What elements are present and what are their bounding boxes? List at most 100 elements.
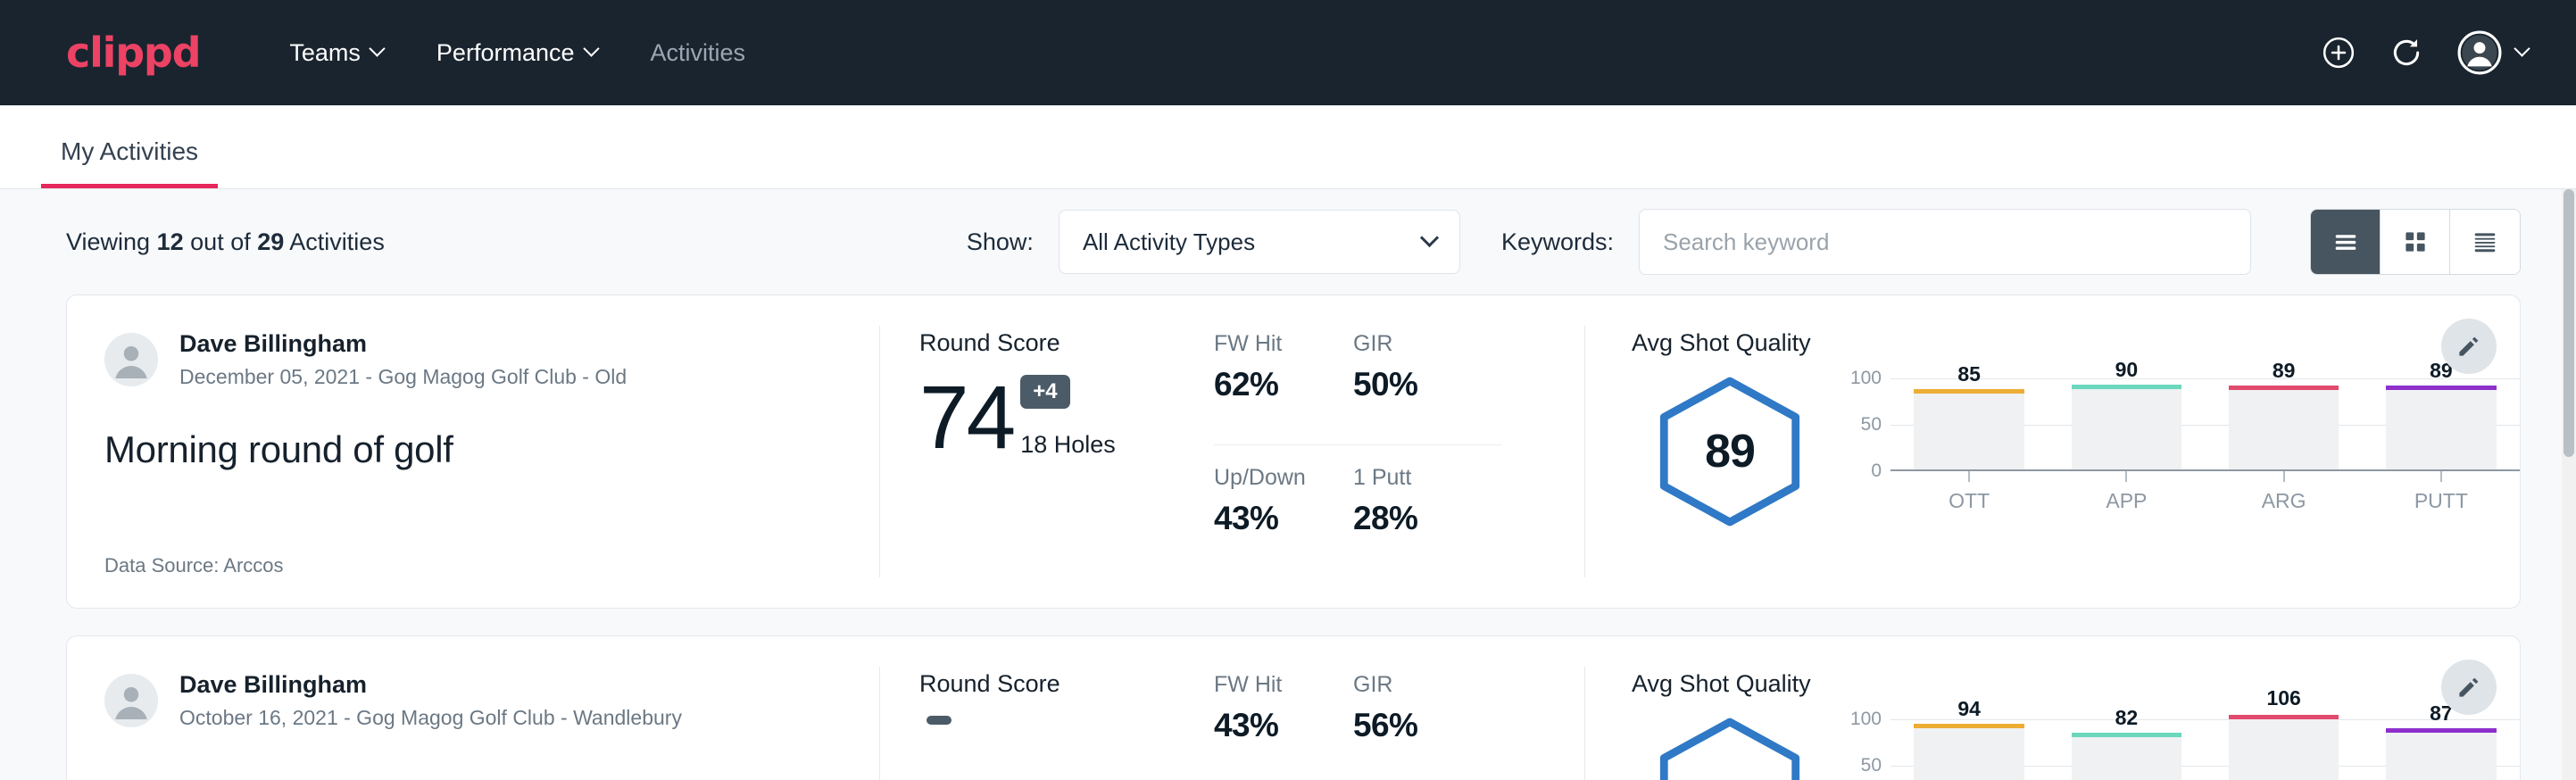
score-to-par-badge [927, 716, 951, 725]
person-icon [104, 674, 158, 727]
edit-activity-button[interactable] [2441, 660, 2497, 715]
avg-shot-quality-body: 100 50 0 94 [1632, 710, 2520, 780]
bar-app-value: 90 [2115, 358, 2139, 382]
clippd-logo[interactable]: clippd [66, 29, 200, 77]
bar-ott-value: 94 [1957, 697, 1981, 721]
compact-view-icon [2470, 227, 2500, 257]
vertical-scrollbar[interactable] [2562, 189, 2576, 780]
filter-controls: Show: All Activity Types Keywords: [967, 209, 2521, 275]
bar-putt: 89 [2363, 378, 2520, 469]
chevron-down-icon [1420, 228, 1439, 246]
bar-putt-cap [2386, 386, 2496, 390]
x-label-arg: ARG [2262, 489, 2306, 513]
y-tick-50: 50 [1861, 414, 1882, 436]
round-score-label: Round Score [919, 329, 1214, 357]
bar-arg-cap [2229, 715, 2339, 719]
chart-y-axis: 100 50 0 [1841, 719, 1890, 780]
chart-plot-area: 85 90 [1890, 378, 2520, 471]
activity-card[interactable]: Dave Billingham December 05, 2021 - Gog … [66, 295, 2521, 609]
x-tick-arg: ARG [2206, 471, 2363, 513]
activities-content: Viewing 12 out of 29 Activities Show: Al… [0, 189, 2576, 780]
tick-mark [2125, 471, 2127, 482]
view-mode-toggle-group [2310, 209, 2521, 275]
x-tick-putt: PUTT [2363, 471, 2520, 513]
activity-author: Dave Billingham October 16, 2021 - Gog M… [104, 670, 843, 732]
account-avatar-icon [2457, 30, 2502, 75]
main-nav: Teams Performance Activities [289, 39, 745, 67]
bar-arg-cap [2229, 386, 2339, 390]
activity-type-select-value: All Activity Types [1083, 228, 1255, 256]
account-menu-button[interactable] [2457, 30, 2528, 75]
stat-gir-label: GIR [1353, 672, 1478, 698]
pencil-icon [2456, 674, 2482, 701]
add-activity-button[interactable] [2322, 36, 2356, 70]
player-name: Dave Billingham [179, 670, 682, 701]
chart-plot-area: 94 82 [1890, 719, 2520, 780]
stat-gir-label: GIR [1353, 331, 1478, 357]
chart-bars: 94 82 [1890, 719, 2520, 780]
refresh-icon [2389, 36, 2423, 70]
bar-putt-cap [2386, 728, 2496, 733]
stat-fw-hit-value: 62% [1214, 366, 1330, 403]
bar-app-rect [2072, 737, 2181, 780]
round-score-column: Round Score FW Hit 43% [879, 667, 1584, 780]
activity-summary-column: Dave Billingham October 16, 2021 - Gog M… [67, 667, 879, 780]
bar-arg: 89 [2206, 378, 2363, 469]
nav-item-performance[interactable]: Performance [436, 39, 597, 67]
bar-arg-value: 89 [2273, 359, 2296, 383]
activity-title: Morning round of golf [104, 428, 843, 471]
pencil-icon [2456, 333, 2482, 360]
y-tick-100: 100 [1850, 368, 1882, 389]
bar-ott-value: 85 [1957, 362, 1981, 386]
stat-one-putt-value: 28% [1353, 500, 1478, 537]
nav-item-teams[interactable]: Teams [289, 39, 383, 67]
chevron-down-icon [369, 40, 385, 56]
view-mode-compact-button[interactable] [2450, 210, 2520, 274]
grid-view-icon [2400, 227, 2431, 257]
round-score-block: Round Score [919, 670, 1214, 780]
stat-up-down-label: Up/Down [1214, 465, 1330, 491]
chart-y-axis: 100 50 0 [1841, 378, 1890, 471]
tab-my-activities[interactable]: My Activities [41, 137, 218, 188]
search-input[interactable] [1639, 209, 2251, 275]
activity-type-select[interactable]: All Activity Types [1059, 210, 1460, 274]
chevron-down-icon [2514, 40, 2530, 56]
nav-item-activities[interactable]: Activities [651, 39, 746, 67]
activity-meta: October 16, 2021 - Gog Magog Golf Club -… [179, 703, 682, 732]
top-bar-actions [2322, 30, 2528, 75]
refresh-button[interactable] [2389, 36, 2423, 70]
avg-shot-quality-value: 89 [1705, 425, 1755, 478]
round-stats-grid: FW Hit 62% GIR 50% Up/Down 43% 1 Putt 28… [1214, 329, 1501, 577]
data-source-label: Data Source: Arccos [104, 524, 843, 577]
stat-fw-hit: FW Hit 62% [1214, 331, 1353, 445]
round-score-block: Round Score 74 +4 18 Holes [919, 329, 1214, 577]
bar-app: 82 [2048, 719, 2205, 780]
bar-app: 90 [2048, 378, 2205, 469]
round-stats-grid: FW Hit 43% GIR 56% Up/Down 1 Putt [1214, 670, 1501, 780]
bar-ott-rect [1914, 728, 2023, 780]
nav-item-activities-label: Activities [651, 39, 746, 67]
view-mode-grid-button[interactable] [2381, 210, 2450, 274]
stat-fw-hit-value: 43% [1214, 707, 1330, 744]
stat-gir-value: 56% [1353, 707, 1478, 744]
scrollbar-thumb[interactable] [2564, 189, 2574, 457]
stat-one-putt: 1 Putt 28% [1353, 465, 1501, 578]
viewing-prefix: Viewing [66, 228, 150, 255]
view-mode-list-button[interactable] [2311, 210, 2381, 274]
activity-card[interactable]: Dave Billingham October 16, 2021 - Gog M… [66, 635, 2521, 780]
edit-activity-button[interactable] [2441, 319, 2497, 374]
tick-mark [2440, 471, 2442, 482]
bar-putt: 87 [2363, 719, 2520, 780]
stat-fw-hit-label: FW Hit [1214, 672, 1330, 698]
y-tick-50: 50 [1861, 755, 1882, 776]
tick-mark [1968, 471, 1970, 482]
avg-shot-quality-label: Avg Shot Quality [1632, 670, 2520, 698]
round-score-value-row: 74 +4 18 Holes [919, 375, 1214, 459]
avg-shot-quality-body: 89 100 50 0 [1632, 369, 2520, 528]
avg-shot-quality-gauge [1632, 710, 1828, 780]
round-score-value-row [919, 716, 1214, 780]
avatar [104, 674, 158, 727]
stat-gir: GIR 50% [1353, 331, 1501, 445]
plus-circle-icon [2322, 36, 2356, 70]
bar-app-cap [2072, 385, 2181, 389]
